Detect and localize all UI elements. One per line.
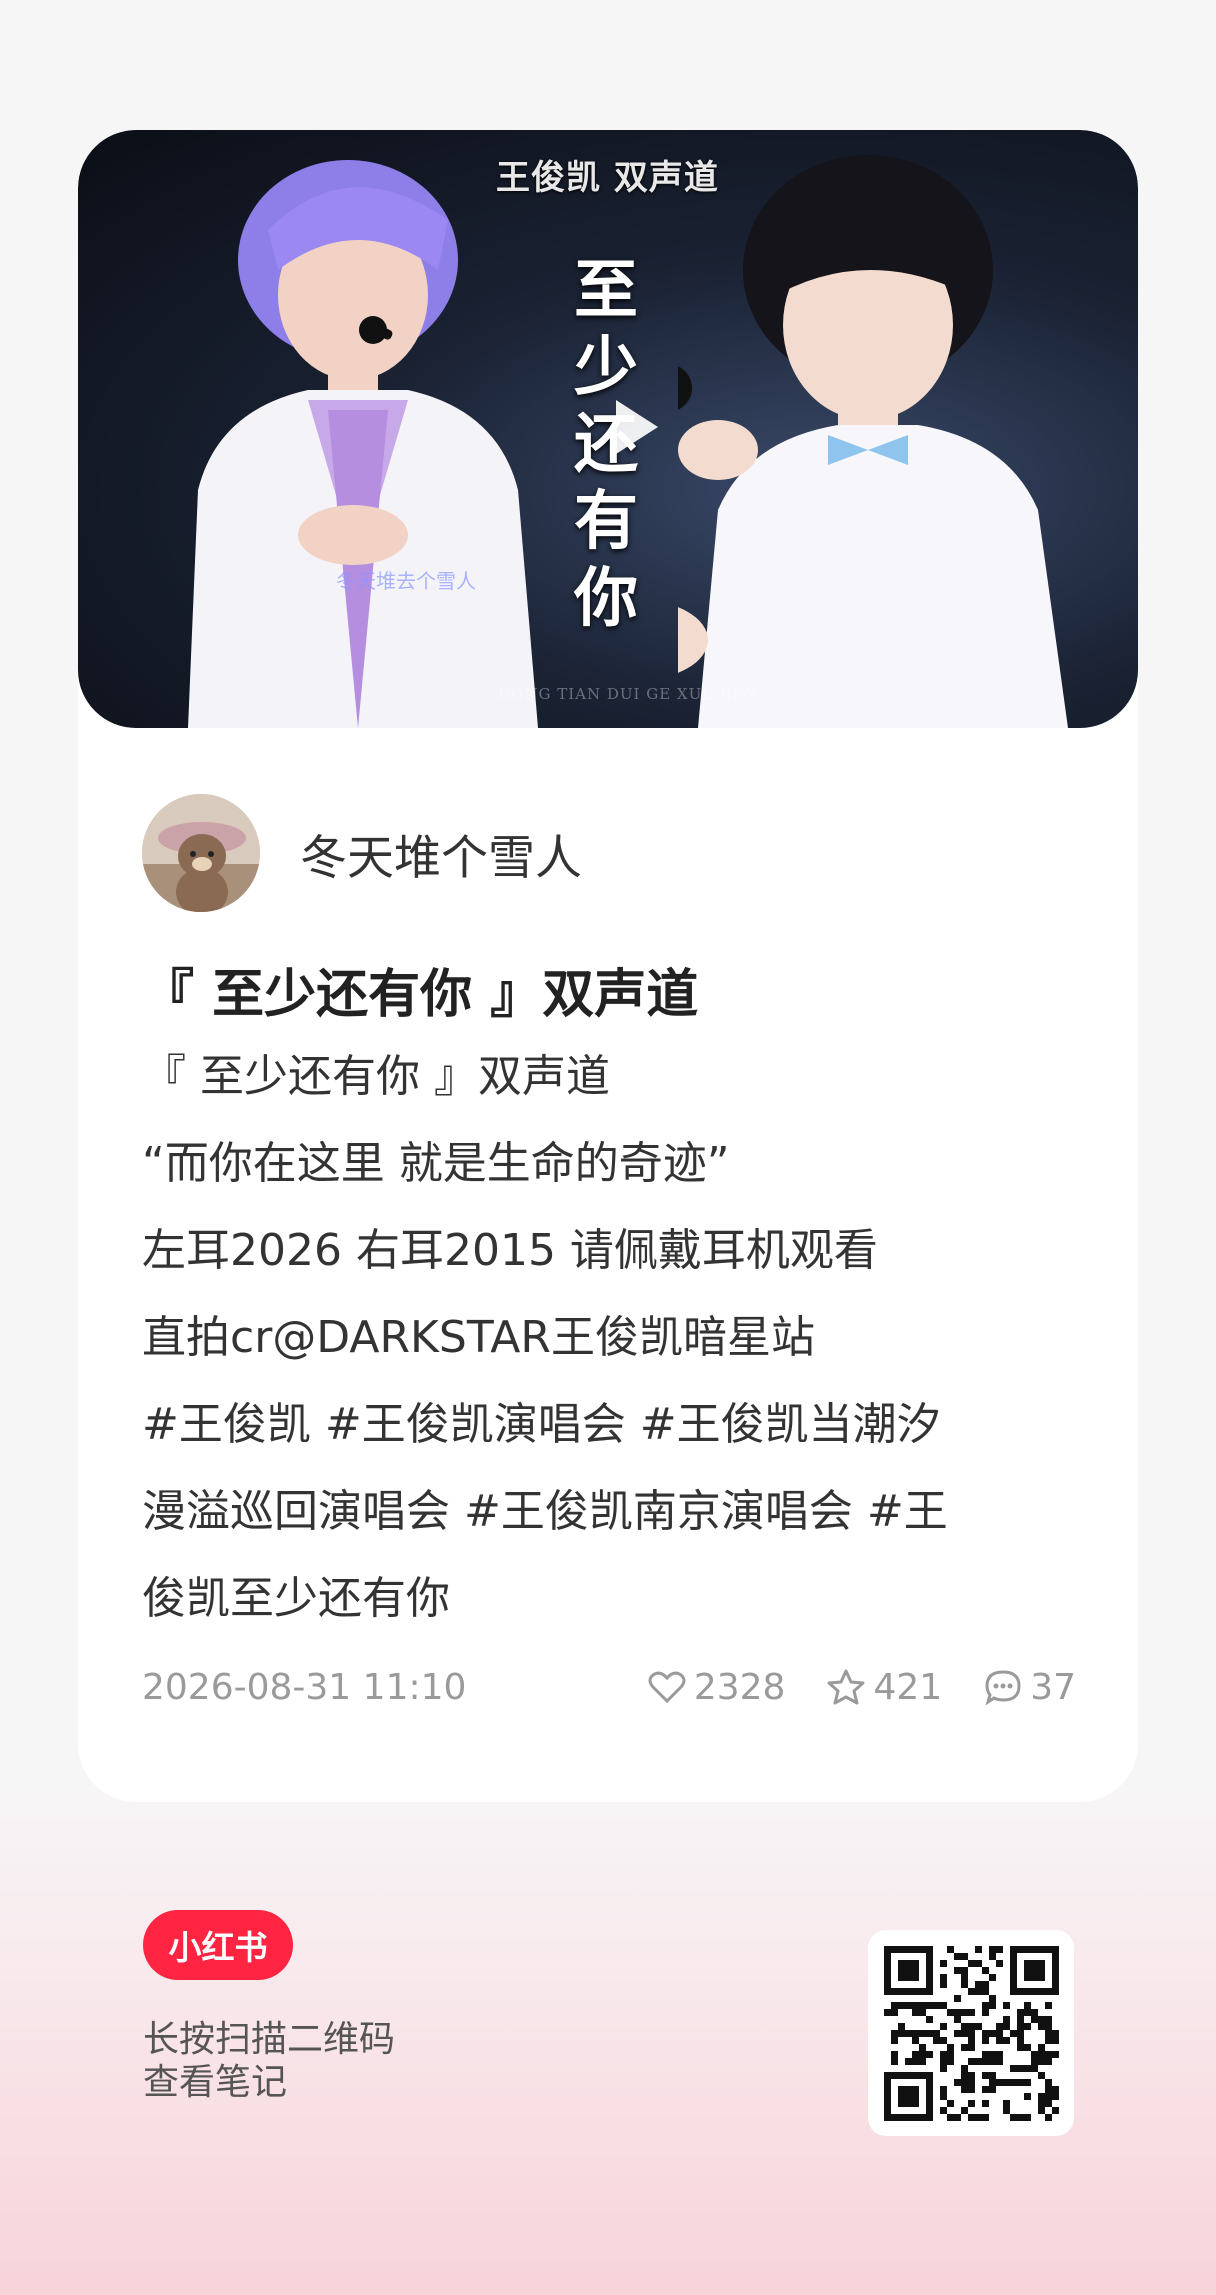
scan-instruction-line: 查看笔记	[143, 2062, 288, 2103]
video-watermark: 王俊凯 双声道	[496, 158, 719, 198]
xiaohongshu-logo: 小红书	[143, 1910, 293, 1980]
body-line: 左耳2026 右耳2015 请佩戴耳机观看	[142, 1225, 878, 1276]
favorite-count: 421	[873, 1666, 943, 1708]
body-line: “而你在这里 就是生命的奇迹”	[142, 1138, 730, 1189]
avatar[interactable]	[142, 794, 260, 912]
post-body: 『 至少还有你 』双声道 “而你在这里 就是生命的奇迹” 左耳2026 右耳20…	[142, 1033, 1082, 1642]
video-overlay-pink-text: 冬天堆去个雪人	[336, 569, 476, 593]
hashtag-line[interactable]: 漫溢巡回演唱会 #王俊凯南京演唱会 #王	[142, 1468, 1082, 1555]
hashtag-line[interactable]: #王俊凯 #王俊凯演唱会 #王俊凯当潮汐	[142, 1381, 1082, 1468]
play-icon[interactable]	[598, 392, 668, 462]
like-count: 2328	[693, 1666, 786, 1708]
video-overlay-small-text: DONG TIAN DUI GE XUE REN	[498, 685, 759, 703]
like-button[interactable]: 2328	[648, 1666, 786, 1708]
author-name[interactable]: 冬天堆个雪人	[300, 819, 582, 888]
hashtag-line[interactable]: 俊凯至少还有你	[142, 1555, 1082, 1642]
comment-bubble-icon	[985, 1670, 1021, 1705]
post-meta: 2026-08-31 11:10 2328 421 37	[142, 1662, 1076, 1712]
qr-code-icon	[884, 1946, 1059, 2121]
performer-left-image	[188, 160, 538, 728]
note-card: 王俊凯 双声道 至少还有你 冬天堆去个雪人 DONG TIAN DUI GE X…	[78, 130, 1138, 1802]
star-icon	[827, 1669, 865, 1705]
body-line: 『 至少还有你 』双声道	[142, 1051, 610, 1102]
comment-button[interactable]: 37	[984, 1667, 1076, 1708]
post-title: 『 至少还有你 』双声道	[142, 965, 699, 1025]
bear-avatar-icon	[142, 794, 260, 912]
body-line: 直拍cr@DARKSTAR王俊凯暗星站	[142, 1312, 815, 1363]
post-date: 2026-08-31 11:10	[142, 1666, 467, 1708]
heart-icon	[648, 1671, 686, 1704]
comment-count: 37	[1030, 1666, 1076, 1708]
scan-instruction-line: 长按扫描二维码	[143, 2019, 396, 2060]
qr-code[interactable]	[868, 1930, 1074, 2136]
scan-instructions: 长按扫描二维码 查看笔记	[143, 2018, 395, 2104]
favorite-button[interactable]: 421	[827, 1667, 942, 1708]
video-cover[interactable]: 王俊凯 双声道 至少还有你 冬天堆去个雪人 DONG TIAN DUI GE X…	[78, 130, 1138, 728]
author-row[interactable]: 冬天堆个雪人	[142, 794, 582, 912]
performer-right-image	[678, 155, 1068, 728]
